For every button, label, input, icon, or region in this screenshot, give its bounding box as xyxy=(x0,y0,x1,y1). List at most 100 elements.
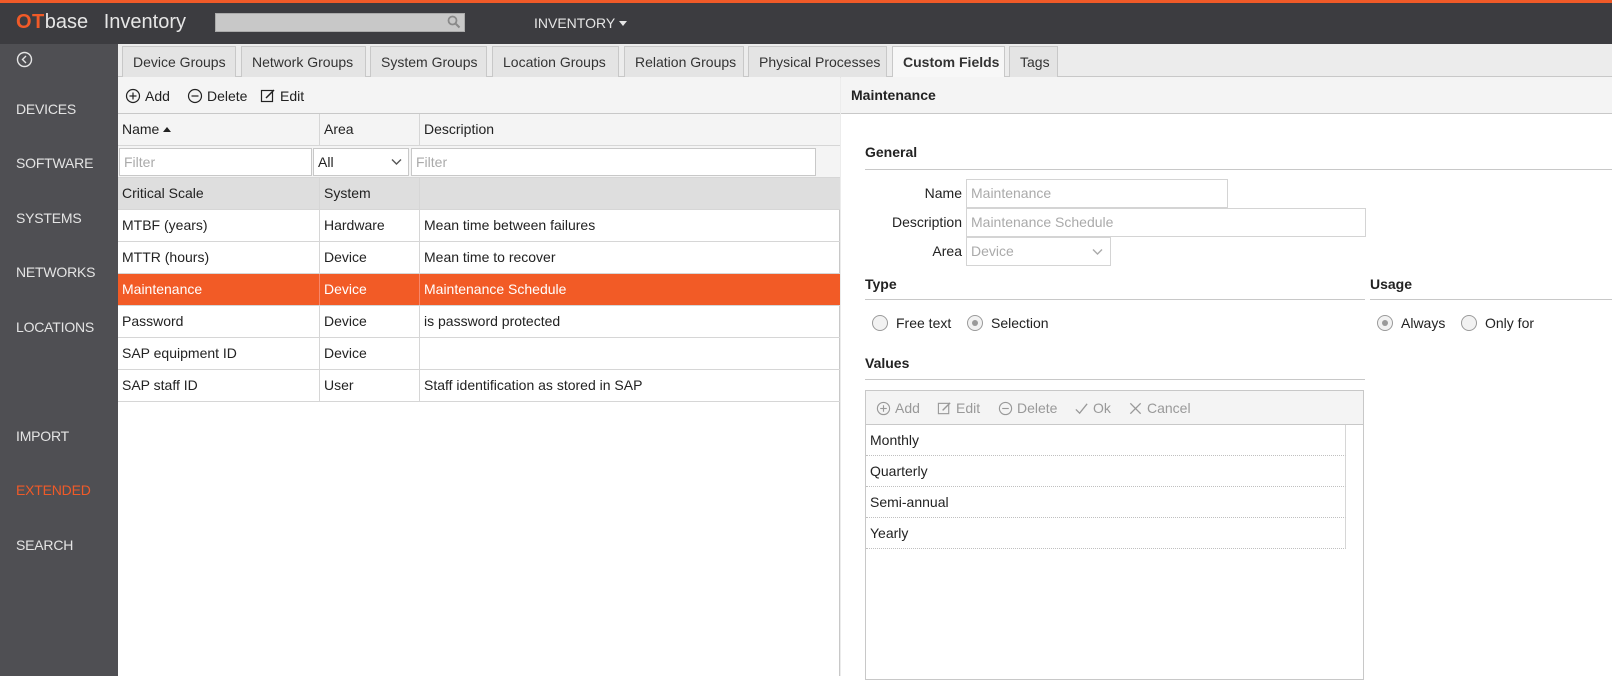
value-item[interactable]: Quarterly xyxy=(866,456,1346,487)
sidebar-item-extended[interactable]: EXTENDED xyxy=(16,482,91,498)
area-select[interactable]: Device xyxy=(966,237,1111,266)
value-item[interactable]: Yearly xyxy=(866,518,1346,549)
usage-only-for-label: Only for xyxy=(1485,315,1535,331)
table-row[interactable]: SAP staff ID User Staff identification a… xyxy=(118,370,840,402)
sidebar-item-networks[interactable]: NETWORKS xyxy=(16,264,95,280)
list-toolbar: Add Delete Edit xyxy=(118,77,840,114)
type-free-text-radio[interactable]: Free text xyxy=(872,315,951,331)
type-free-text-label: Free text xyxy=(896,315,952,331)
radio-unchecked-icon xyxy=(1461,315,1477,331)
name-label: Name xyxy=(924,185,962,201)
logo-base: base xyxy=(44,11,89,33)
back-icon[interactable] xyxy=(16,51,33,68)
area-filter-value: All xyxy=(318,154,334,170)
tab-custom-fields[interactable]: Custom Fields xyxy=(892,46,1005,79)
values-delete-button[interactable]: Delete xyxy=(998,400,1057,416)
custom-field-detail-pane: Maintenance General Name Maintenance Des… xyxy=(841,77,1612,680)
values-delete-label: Delete xyxy=(1017,400,1058,416)
cell-name: SAP staff ID xyxy=(118,370,320,401)
name-filter-input[interactable] xyxy=(119,148,312,176)
description-filter-input[interactable] xyxy=(411,148,816,176)
table-header: Name Area Description xyxy=(118,114,840,146)
usage-divider xyxy=(1370,299,1612,300)
name-field[interactable]: Maintenance xyxy=(966,179,1228,208)
usage-always-radio[interactable]: Always xyxy=(1377,315,1445,331)
cell-area: Device xyxy=(320,242,420,273)
usage-section-title: Usage xyxy=(1370,276,1413,292)
sort-ascending-icon xyxy=(163,127,172,132)
value-item[interactable]: Semi-annual xyxy=(866,487,1346,518)
values-divider xyxy=(865,379,1365,380)
sidebar-item-systems[interactable]: SYSTEMS xyxy=(16,210,82,226)
values-add-button[interactable]: Add xyxy=(876,400,920,416)
tab-tags[interactable]: Tags xyxy=(1009,46,1058,78)
edit-icon xyxy=(937,401,951,414)
sidebar-item-software[interactable]: SOFTWARE xyxy=(16,155,93,171)
values-edit-button[interactable]: Edit xyxy=(937,400,980,416)
inventory-menu[interactable]: INVENTORY xyxy=(534,15,628,31)
custom-fields-list-pane: Add Delete Edit Name Area Description Al… xyxy=(118,77,840,676)
close-icon xyxy=(1129,402,1142,414)
type-selection-radio[interactable]: Selection xyxy=(967,315,1049,331)
values-toolbar: Add Edit Delete Ok Cancel xyxy=(866,391,1363,425)
add-icon xyxy=(125,88,141,104)
type-divider xyxy=(865,299,1365,300)
area-label: Area xyxy=(932,243,962,259)
sidebar-item-locations[interactable]: LOCATIONS xyxy=(16,319,94,335)
logo-ot: OT xyxy=(16,11,45,33)
column-header-name[interactable]: Name xyxy=(118,114,320,145)
values-cancel-button[interactable]: Cancel xyxy=(1128,400,1191,416)
values-ok-button[interactable]: Ok xyxy=(1074,400,1111,416)
search-icon[interactable] xyxy=(447,15,461,32)
column-header-description[interactable]: Description xyxy=(420,114,840,145)
table-row[interactable]: Critical Scale System xyxy=(118,178,840,210)
values-ok-label: Ok xyxy=(1093,400,1111,416)
delete-icon xyxy=(998,401,1013,415)
tab-network-groups[interactable]: Network Groups xyxy=(241,46,366,78)
sidebar-item-import[interactable]: IMPORT xyxy=(16,428,69,444)
delete-button[interactable]: Delete xyxy=(187,88,247,104)
filter-row: All xyxy=(118,146,840,178)
tab-system-groups[interactable]: System Groups xyxy=(370,46,487,78)
type-section-title: Type xyxy=(865,276,897,292)
edit-button[interactable]: Edit xyxy=(260,88,304,104)
area-filter-select[interactable]: All xyxy=(313,148,409,176)
chevron-down-icon xyxy=(619,21,628,26)
cell-area: Device xyxy=(320,338,420,369)
cell-name: MTBF (years) xyxy=(118,210,320,241)
edit-icon xyxy=(260,89,275,103)
tab-physical-processes[interactable]: Physical Processes xyxy=(748,46,887,78)
value-item[interactable]: Monthly xyxy=(866,425,1346,456)
area-select-value: Device xyxy=(971,243,1014,259)
cell-name: SAP equipment ID xyxy=(118,338,320,369)
table-row-selected[interactable]: Maintenance Device Maintenance Schedule xyxy=(118,274,840,306)
tab-device-groups[interactable]: Device Groups xyxy=(122,46,236,78)
usage-only-for-radio[interactable]: Only for xyxy=(1461,315,1534,331)
radio-checked-icon xyxy=(967,315,983,331)
sidebar-item-search[interactable]: SEARCH xyxy=(16,537,73,553)
table-row[interactable]: Password Device is password protected xyxy=(118,306,840,338)
sidebar-item-devices[interactable]: DEVICES xyxy=(16,101,76,117)
values-section-title: Values xyxy=(865,355,910,371)
cell-description: Staff identification as stored in SAP xyxy=(424,377,643,393)
column-header-area[interactable]: Area xyxy=(320,114,420,145)
table-row[interactable]: MTTR (hours) Device Mean time to recover xyxy=(118,242,840,274)
tab-location-groups[interactable]: Location Groups xyxy=(492,46,619,78)
description-field[interactable]: Maintenance Schedule xyxy=(966,208,1366,237)
values-edit-label: Edit xyxy=(956,400,981,416)
cell-area: Device xyxy=(320,274,420,305)
search-input[interactable] xyxy=(215,13,465,32)
app-logo[interactable]: OTbase Inventory xyxy=(16,11,186,34)
add-button[interactable]: Add xyxy=(125,88,170,104)
type-selection-label: Selection xyxy=(991,315,1049,331)
radio-unchecked-icon xyxy=(872,315,888,331)
table-row[interactable]: MTBF (years) Hardware Mean time between … xyxy=(118,210,840,242)
sidebar: DEVICES SOFTWARE SYSTEMS NETWORKS LOCATI… xyxy=(0,44,118,676)
tab-relation-groups[interactable]: Relation Groups xyxy=(624,46,744,78)
delete-label: Delete xyxy=(207,88,248,104)
main-content: Device Groups Network Groups System Grou… xyxy=(118,44,1612,680)
table-row[interactable]: SAP equipment ID Device xyxy=(118,338,840,370)
cell-area: Device xyxy=(320,306,420,337)
values-add-label: Add xyxy=(895,400,920,416)
radio-checked-icon xyxy=(1377,315,1393,331)
